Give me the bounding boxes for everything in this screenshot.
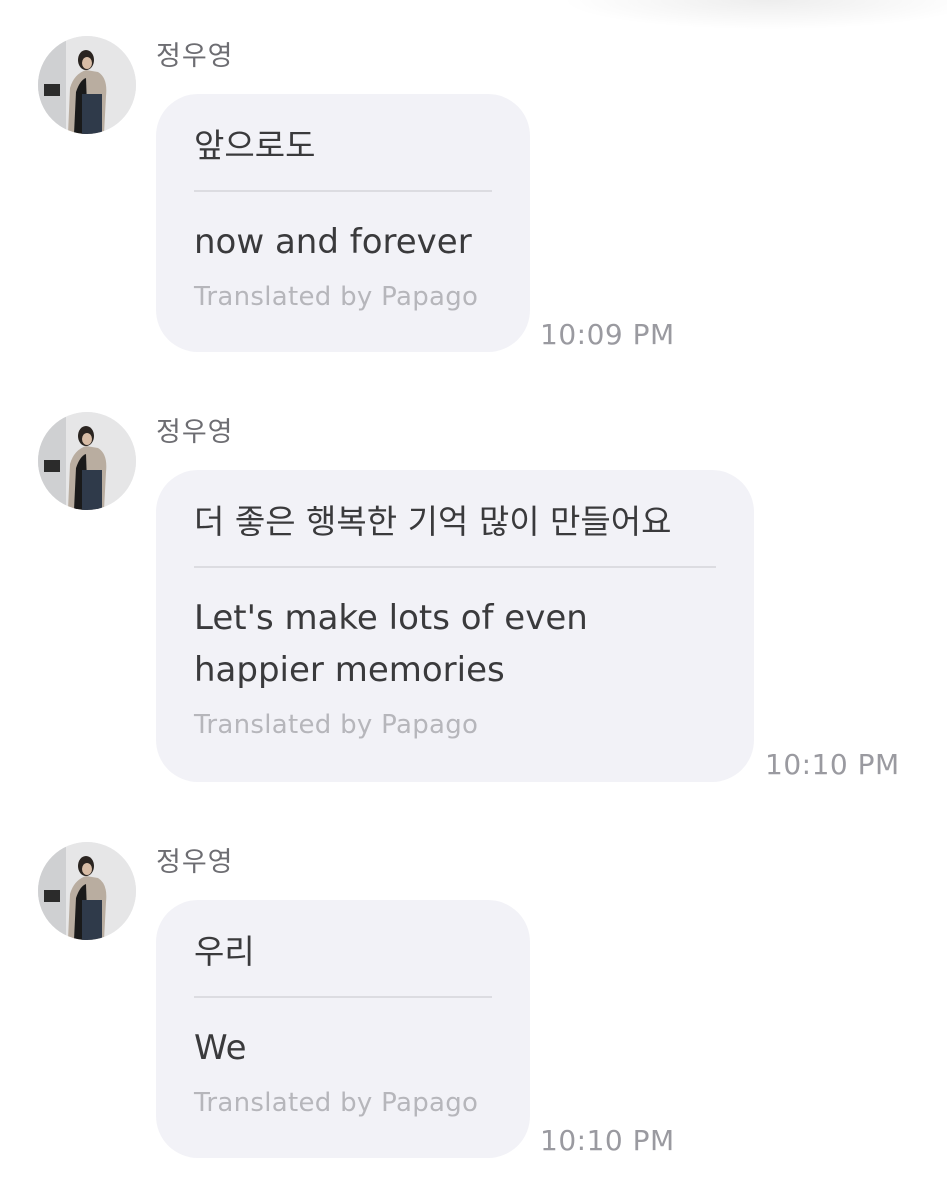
timestamp: 10:09 PM — [540, 318, 675, 351]
translation-credit: Translated by Papago — [194, 710, 479, 740]
top-edge-shadow — [560, 0, 947, 30]
message-bubble[interactable]: 우리 We Translated by Papago — [156, 900, 530, 1158]
translation-credit: Translated by Papago — [194, 1088, 479, 1118]
translated-text: Let's make lots of even happier memories — [194, 598, 588, 690]
original-text: 더 좋은 행복한 기억 많이 만들어요 — [194, 502, 672, 541]
original-text: 우리 — [194, 932, 255, 971]
divider — [194, 996, 492, 998]
sender-name: 정우영 — [156, 417, 234, 448]
divider — [194, 190, 492, 192]
translated-text: now and forever — [194, 222, 472, 262]
translated-text: We — [194, 1028, 247, 1068]
avatar[interactable] — [38, 842, 136, 940]
message-bubble[interactable]: 앞으로도 now and forever Translated by Papag… — [156, 94, 530, 352]
original-text: 앞으로도 — [194, 126, 316, 165]
divider — [194, 566, 716, 568]
profile-photo — [38, 36, 136, 134]
sender-name: 정우영 — [156, 847, 234, 878]
translation-credit: Translated by Papago — [194, 282, 479, 312]
sender-name: 정우영 — [156, 41, 234, 72]
message-bubble[interactable]: 더 좋은 행복한 기억 많이 만들어요 Let's make lots of e… — [156, 470, 754, 782]
timestamp: 10:10 PM — [765, 748, 900, 781]
timestamp: 10:10 PM — [540, 1124, 675, 1157]
profile-photo — [38, 842, 136, 940]
avatar[interactable] — [38, 36, 136, 134]
avatar[interactable] — [38, 412, 136, 510]
profile-photo — [38, 412, 136, 510]
